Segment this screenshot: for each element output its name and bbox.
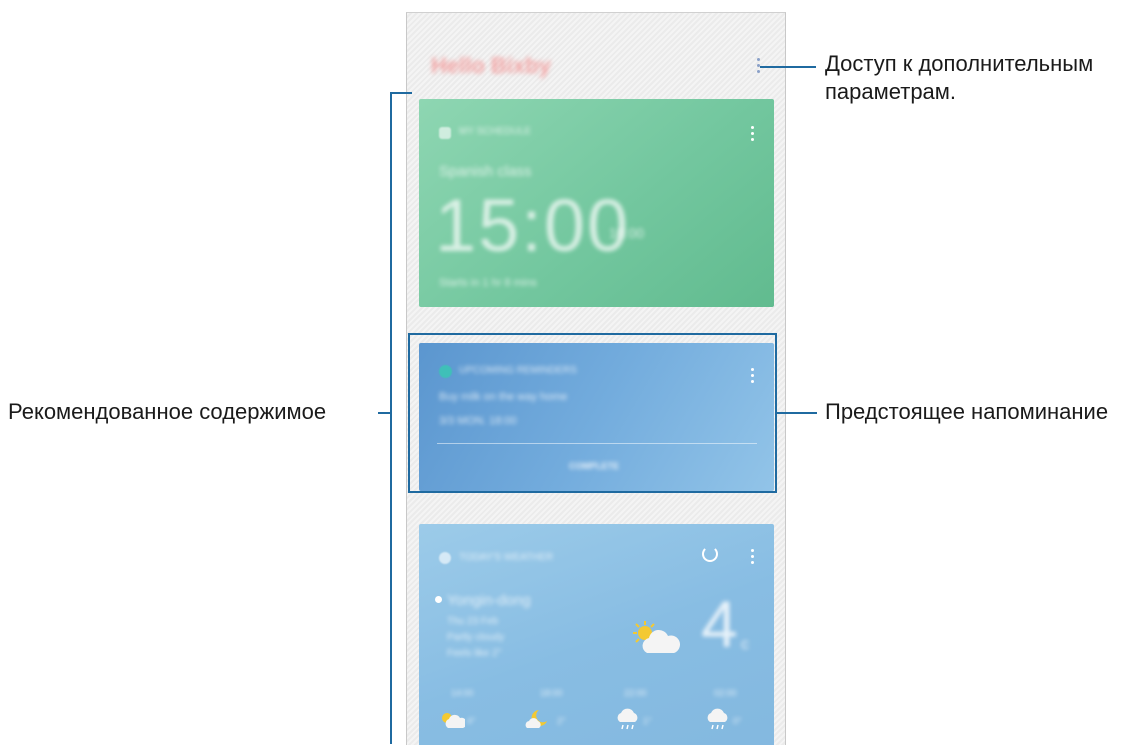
weather-card[interactable]: TODAY'S WEATHER Yongin-dong Thu 23 Feb P…: [419, 524, 774, 745]
hour-label: 22:00: [624, 688, 647, 698]
schedule-card-subtitle: Spanish class: [439, 163, 532, 180]
hour-label: 18:00: [540, 688, 563, 698]
hour-temp: 2°: [557, 716, 566, 726]
reminder-highlight-frame: [408, 333, 777, 493]
hour-temp: 4°: [467, 716, 476, 726]
callout-line-recommended: [378, 412, 392, 414]
sun-cloud-icon: [439, 710, 467, 735]
weather-city: Yongin-dong: [447, 592, 531, 609]
rain-icon: [705, 708, 731, 737]
calendar-icon: [439, 127, 451, 139]
hour-label: 02:00: [714, 688, 737, 698]
weather-temperature: 4: [701, 587, 738, 661]
weather-header-icon: [439, 552, 451, 564]
hour-temp: 1°: [643, 716, 652, 726]
refresh-icon[interactable]: [702, 546, 718, 562]
weather-line-1: Thu 23 Feb: [447, 616, 499, 627]
weather-line-3: Feels like 2°: [447, 648, 502, 659]
schedule-card-footer: Starts in 1 hr 8 mins: [439, 277, 537, 289]
weather-line-2: Partly cloudy: [447, 632, 505, 643]
callout-line-upcoming-reminder: [777, 412, 817, 414]
sun-cloud-icon: [631, 619, 681, 655]
weather-card-header: TODAY'S WEATHER: [459, 552, 554, 563]
weather-card-more-icon[interactable]: [747, 545, 757, 567]
schedule-card[interactable]: MY SCHEDULE Spanish class 15:00 16:00 St…: [419, 99, 774, 307]
callout-bracket-top: [390, 92, 412, 94]
callout-line-more-options: [760, 66, 816, 68]
callout-recommended-content: Рекомендованное содержимое: [8, 399, 327, 424]
weather-unit: c: [741, 636, 749, 653]
schedule-card-time-end: 16:00: [609, 225, 645, 241]
schedule-card-header: MY SCHEDULE: [459, 126, 532, 137]
callout-bracket-vertical: [390, 92, 392, 744]
hour-temp: 0°: [733, 716, 742, 726]
callout-upcoming-reminder: Предстоящее напоминание: [825, 399, 1109, 424]
more-options-icon[interactable]: [751, 51, 765, 79]
moon-cloud-icon: [525, 708, 553, 735]
hour-label: 14:00: [451, 688, 474, 698]
location-icon: [435, 596, 442, 603]
callout-more-options: Доступ к дополнительным параметрам.: [825, 51, 1094, 104]
rain-icon: [615, 708, 641, 737]
schedule-card-more-icon[interactable]: [747, 122, 757, 144]
app-title: Hello Bixby: [431, 53, 551, 78]
schedule-card-time: 15:00: [435, 184, 631, 267]
